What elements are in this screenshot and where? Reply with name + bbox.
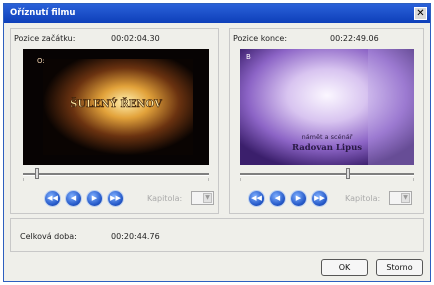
dialog-title: Oříznutí filmu (10, 8, 76, 18)
start-position-time: 00:02:04.30 (111, 34, 160, 43)
start-chapter-select[interactable]: ▼ (191, 191, 214, 205)
step-forward-icon: ▶ (91, 194, 98, 202)
start-step-back-button[interactable]: ◀ (66, 191, 81, 206)
start-video-preview: O: ŠULENÝ ŘENOV (23, 49, 209, 165)
end-chapter-label: Kapitola: (345, 194, 381, 203)
start-position-panel: Pozice začátku: 00:02:04.30 O: ŠULENÝ ŘE… (10, 28, 219, 214)
trim-movie-dialog: Oříznutí filmu ✕ Pozice začátku: 00:02:0… (3, 3, 431, 282)
start-position-label: Pozice začátku: (14, 34, 76, 43)
title-bar: Oříznutí filmu ✕ (4, 4, 430, 23)
cancel-button[interactable]: Storno (376, 259, 423, 276)
end-step-back-button[interactable]: ◀ (270, 191, 285, 206)
end-position-panel: Pozice konce: 00:22:49.06 B námět a scén… (229, 28, 424, 214)
end-video-preview: B námět a scénář Radovan Lipus (240, 49, 414, 165)
start-slider-ticks (23, 178, 209, 181)
end-slider-ticks (240, 178, 414, 181)
start-position-slider[interactable] (23, 168, 209, 179)
end-video-frame: B námět a scénář Radovan Lipus (240, 49, 414, 165)
start-chapter-label: Kapitola: (147, 194, 183, 203)
start-video-frame: O: ŠULENÝ ŘENOV (23, 49, 209, 165)
rewind-icon: ◀◀ (47, 194, 58, 202)
start-fast-forward-button[interactable]: ▶▶ (108, 191, 123, 206)
video-corner-mark: O: (37, 57, 45, 65)
ok-button[interactable]: OK (321, 259, 368, 276)
end-chapter-select[interactable]: ▼ (389, 191, 412, 205)
fast-forward-icon: ▶▶ (314, 194, 325, 202)
rewind-icon: ◀◀ (251, 194, 262, 202)
end-step-forward-button[interactable]: ▶ (291, 191, 306, 206)
step-back-icon: ◀ (70, 194, 77, 202)
start-step-forward-button[interactable]: ▶ (87, 191, 102, 206)
step-forward-icon: ▶ (295, 194, 302, 202)
total-duration-value: 00:20:44.76 (111, 232, 160, 241)
close-button[interactable]: ✕ (414, 7, 427, 20)
end-video-title: Radovan Lipus (292, 143, 362, 153)
start-video-title: ŠULENÝ ŘENOV (70, 98, 162, 110)
video-corner-mark: B (246, 53, 251, 61)
end-rewind-button[interactable]: ◀◀ (249, 191, 264, 206)
end-video-subtitle: námět a scénář (302, 133, 353, 141)
end-fast-forward-button[interactable]: ▶▶ (312, 191, 327, 206)
end-position-time: 00:22:49.06 (330, 34, 379, 43)
total-duration-label: Celková doba: (20, 232, 77, 241)
end-position-slider[interactable] (240, 168, 414, 179)
chevron-down-icon: ▼ (401, 193, 410, 203)
start-rewind-button[interactable]: ◀◀ (45, 191, 60, 206)
step-back-icon: ◀ (274, 194, 281, 202)
end-position-label: Pozice konce: (233, 34, 288, 43)
total-duration-panel: Celková doba: 00:20:44.76 (10, 218, 424, 252)
chevron-down-icon: ▼ (203, 193, 212, 203)
fast-forward-icon: ▶▶ (110, 194, 121, 202)
